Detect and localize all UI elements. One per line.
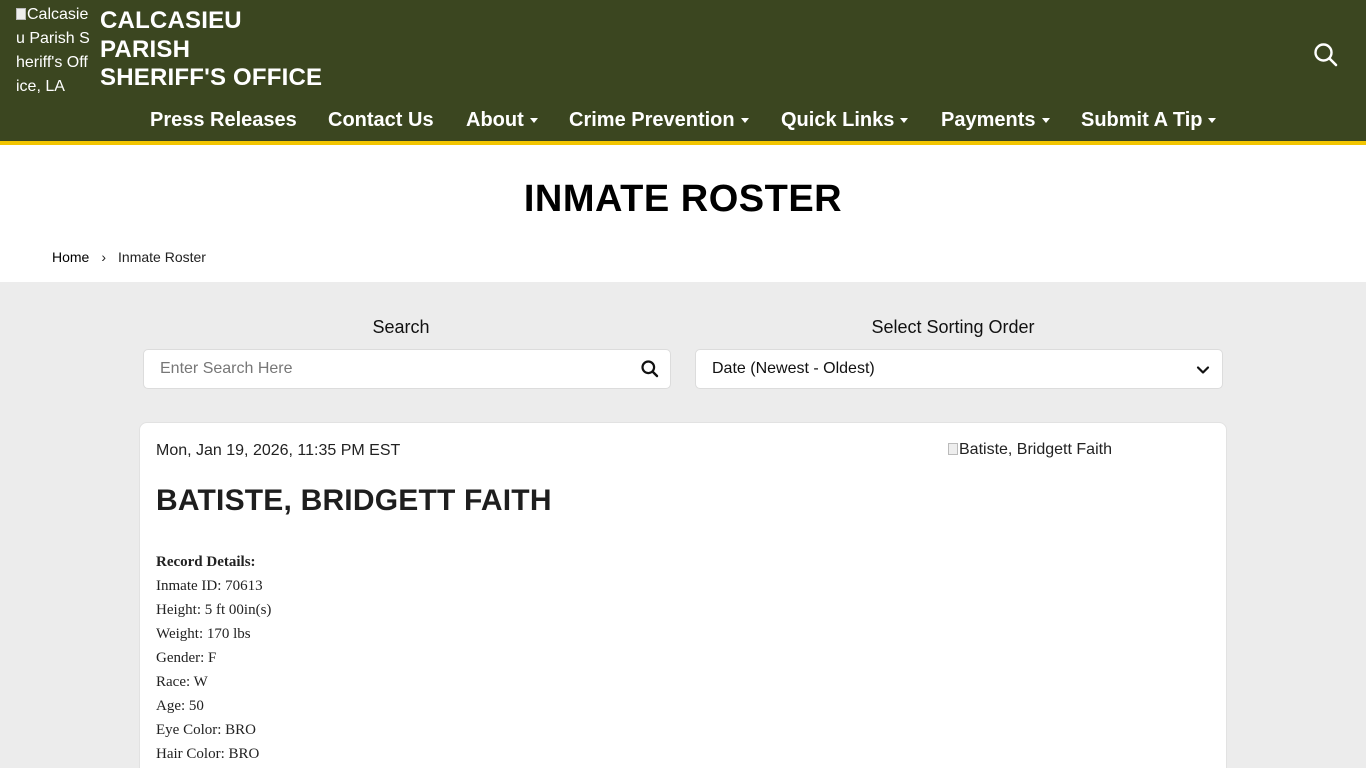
site-title[interactable]: CALCASIEU PARISH SHERIFF'S OFFICE <box>100 7 380 93</box>
nav-item-contact-us[interactable]: Contact Us <box>328 104 434 136</box>
nav-item-about[interactable]: About <box>466 104 538 136</box>
chevron-down-icon <box>1196 366 1210 374</box>
sort-order-select[interactable]: Date (Newest - Oldest) <box>695 349 1223 389</box>
logo-alt-text: Calcasieu Parish Sheriff's Office, LA <box>16 6 90 95</box>
nav-item-label: Contact Us <box>328 109 434 131</box>
record-details-heading: Record Details: <box>156 554 256 570</box>
site-title-line: CALCASIEU <box>100 7 242 34</box>
site-header: Calcasieu Parish Sheriff's Office, LA CA… <box>0 0 1366 141</box>
nav-item-label: Crime Prevention <box>569 109 735 131</box>
nav-item-submit-a-tip[interactable]: Submit A Tip <box>1081 104 1217 136</box>
page-title: INMATE ROSTER <box>523 178 843 220</box>
broken-image-icon <box>948 443 958 455</box>
header-search-button[interactable] <box>1311 40 1341 70</box>
detail-hair-color: Hair Color: BRO <box>156 746 260 762</box>
nav-item-label: Quick Links <box>781 109 895 131</box>
inmate-photo[interactable]: Batiste, Bridgett Faith <box>948 441 1112 459</box>
breadcrumb-home-link[interactable]: Home <box>52 249 89 265</box>
site-title-line: PARISH <box>100 35 191 63</box>
caret-down-icon <box>1041 118 1050 123</box>
nav-item-label: Submit A Tip <box>1081 109 1203 131</box>
record-details: Record Details: Inmate ID: 70613 Height:… <box>156 550 271 766</box>
search-field <box>143 349 671 389</box>
site-logo[interactable]: Calcasieu Parish Sheriff's Office, LA <box>16 3 90 103</box>
detail-race: Race: W <box>156 674 208 690</box>
inmate-photo-alt: Batiste, Bridgett Faith <box>959 441 1112 458</box>
search-icon <box>1314 43 1338 67</box>
nav-item-press-releases[interactable]: Press Releases <box>150 104 297 136</box>
search-icon <box>641 360 659 378</box>
nav-item-label: About <box>466 109 524 131</box>
sort-order-value: Date (Newest - Oldest) <box>712 360 875 377</box>
broken-image-icon <box>16 8 26 20</box>
chevron-right-icon: › <box>101 249 107 265</box>
main-nav: Press Releases Contact Us About Crime Pr… <box>0 104 1366 136</box>
breadcrumb-current: Inmate Roster <box>118 249 206 265</box>
title-band: INMATE ROSTER Home › Inmate Roster <box>0 145 1366 282</box>
search-submit-button[interactable] <box>640 359 660 379</box>
site-title-line: SHERIFF'S OFFICE <box>100 64 323 91</box>
record-date: Mon, Jan 19, 2026, 11:35 PM EST <box>156 442 401 459</box>
detail-height: Height: 5 ft 00in(s) <box>156 602 272 618</box>
caret-down-icon <box>1208 118 1217 123</box>
detail-inmate-id: Inmate ID: 70613 <box>156 578 263 594</box>
caret-down-icon <box>740 118 749 123</box>
search-label: Search <box>372 317 430 337</box>
detail-age: Age: 50 <box>156 698 204 714</box>
detail-weight: Weight: 170 lbs <box>156 626 251 642</box>
detail-eye-color: Eye Color: BRO <box>156 722 256 738</box>
nav-item-label: Press Releases <box>150 109 297 131</box>
detail-gender: Gender: F <box>156 650 217 666</box>
inmate-name: BATISTE, BRIDGETT FAITH <box>156 484 552 517</box>
nav-item-crime-prevention[interactable]: Crime Prevention <box>569 104 749 136</box>
search-input[interactable] <box>144 350 624 388</box>
nav-item-label: Payments <box>941 109 1036 131</box>
nav-item-payments[interactable]: Payments <box>941 104 1050 136</box>
caret-down-icon <box>900 118 909 123</box>
inmate-record-card: Mon, Jan 19, 2026, 11:35 PM EST Batiste,… <box>139 422 1227 768</box>
caret-down-icon <box>529 118 538 123</box>
sort-label: Select Sorting Order <box>871 317 1035 337</box>
nav-item-quick-links[interactable]: Quick Links <box>781 104 909 136</box>
breadcrumb: Home › Inmate Roster <box>52 249 206 265</box>
